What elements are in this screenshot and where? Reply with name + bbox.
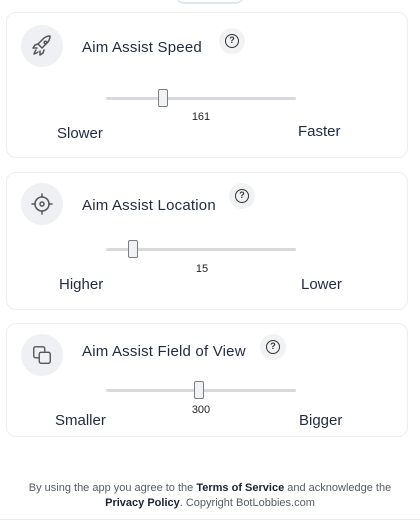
slider-thumb[interactable] [158,89,168,107]
help-icon[interactable]: ? [229,183,255,209]
slider-min-label: Slower [57,125,103,142]
slider-track [106,97,296,100]
slider-max-label: Lower [301,276,342,293]
setting-title: Aim Assist Field of View [82,343,246,360]
slider-min-label: Smaller [55,412,106,429]
slider-value: 161 [191,111,211,123]
slider-max-label: Bigger [299,412,343,429]
help-icon[interactable]: ? [260,334,286,360]
location-slider[interactable] [106,240,296,258]
terms-of-service-link[interactable]: Terms of Service [196,482,284,494]
slider-min-label: Higher [59,276,104,293]
slider-max-label: Faster [298,123,341,140]
crosshair-icon [21,183,63,225]
setting-title: Aim Assist Speed [82,39,202,56]
footer-suffix: . Copyright BotLobbies.com [179,497,315,509]
footer-middle: and acknowledge the [287,482,392,494]
slider-value: 300 [191,404,211,416]
copy-icon [21,334,63,376]
slider-thumb[interactable] [194,381,205,399]
top-decoration [175,0,245,4]
slider-value: 15 [195,263,209,275]
speed-slider[interactable] [106,89,296,107]
rocket-icon [21,25,63,67]
privacy-policy-link[interactable]: Privacy Policy [105,497,180,509]
setting-card-location: Aim Assist Location ? 15 Higher Lower [6,172,408,310]
setting-card-speed: Aim Assist Speed ? 161 Slower Faster [6,12,408,158]
footer-prefix: By using the app you agree to the [28,482,194,494]
setting-title: Aim Assist Location [82,197,216,214]
slider-thumb[interactable] [127,240,138,258]
setting-card-fov: Aim Assist Field of View ? 300 Smaller B… [6,323,408,437]
fov-slider[interactable] [106,381,296,399]
help-icon[interactable]: ? [219,28,245,54]
footer-disclaimer: By using the app you agree to the Terms … [0,481,420,511]
